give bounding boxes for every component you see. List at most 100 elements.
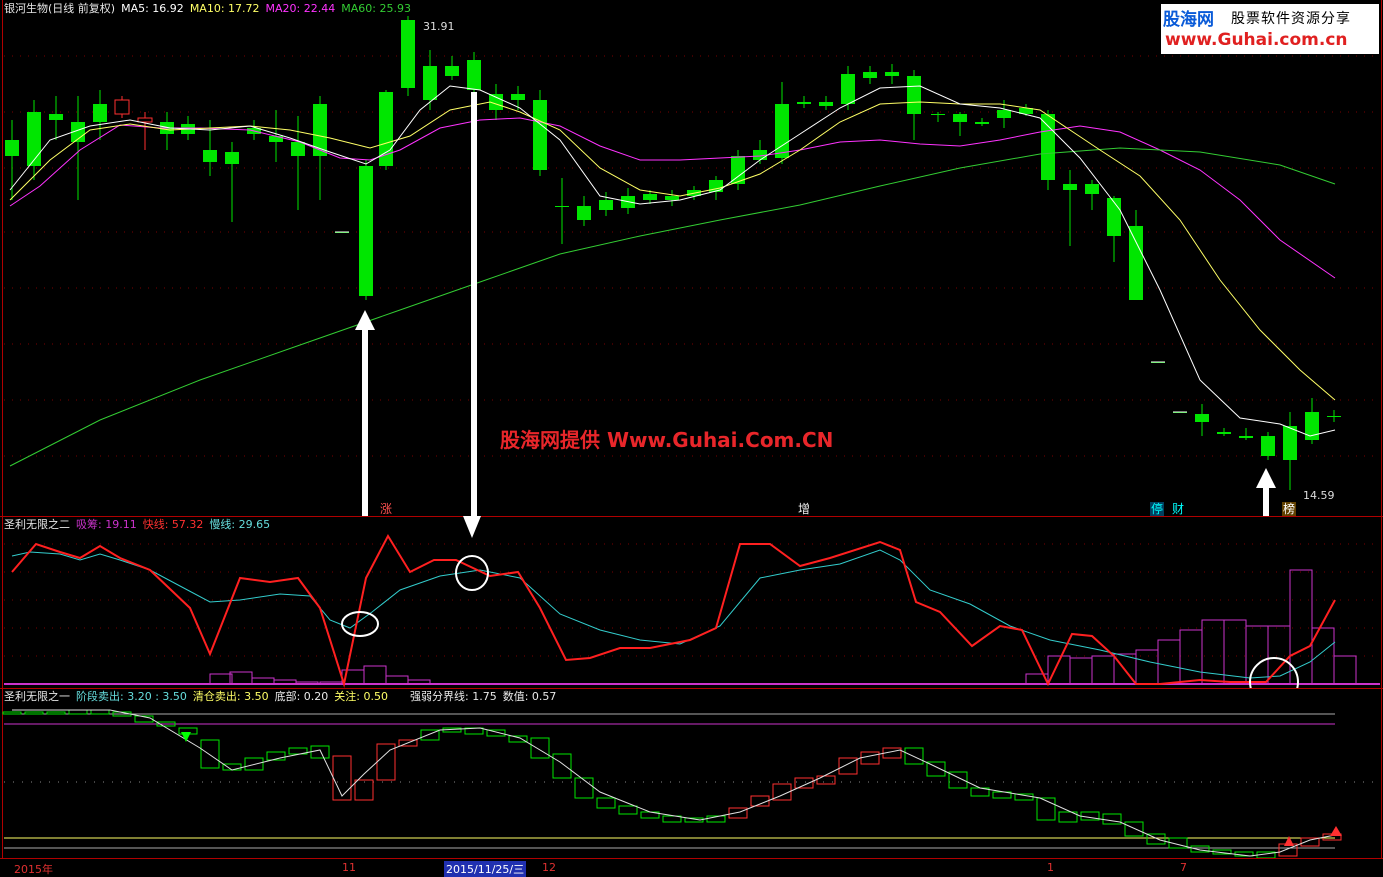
candle-body-down [1283, 426, 1297, 460]
ma10-readout: MA10: 17.72 [189, 2, 260, 15]
slow-readout: 慢线: 29.65 [209, 518, 271, 531]
fast-line [11, 533, 1336, 688]
up-arrow-1-shaft [362, 328, 368, 516]
indicator1-title: 圣利无限之一 [4, 690, 70, 703]
candle-body-down [997, 110, 1011, 118]
fast-readout: 快线: 57.32 [142, 518, 204, 531]
step-box [530, 737, 550, 759]
candle-body-down [203, 150, 217, 162]
candle-body-down [1217, 432, 1231, 434]
candle-body-down [533, 100, 547, 170]
step-box [1102, 813, 1122, 825]
indicator2-panel[interactable]: 圣利无限之二 吸筹: 19.11 快线: 57.32 慢线: 29.65 [0, 516, 1383, 688]
step-box [860, 751, 880, 765]
ma5-readout: MA5: 16.92 [121, 2, 184, 15]
kline-panel[interactable]: 银河生物(日线 前复权) MA5: 16.92 MA10: 17.72 MA20: 2… [0, 0, 1383, 516]
ma20-readout: MA20: 22.44 [265, 2, 336, 15]
event-marker-cai[interactable]: 财 [1171, 502, 1185, 516]
candle-body-down [885, 72, 899, 76]
candle-body-down [1129, 226, 1143, 300]
up-arrow-2-shaft [1263, 486, 1269, 516]
step-box [618, 805, 638, 815]
absorb-bar [385, 675, 409, 685]
candle-body-down [665, 196, 679, 200]
candle-body-down [401, 20, 415, 88]
watch-readout: 关注: 0.50 [334, 690, 388, 703]
step-box [574, 777, 594, 799]
absorb-bar [363, 665, 387, 685]
step-box [552, 753, 572, 779]
candle-body-down [1107, 198, 1121, 236]
event-marker-bang[interactable]: 榜 [1282, 502, 1297, 516]
boundary-readout: 强弱分界线: 1.75 [410, 690, 497, 703]
candle-body-down [819, 102, 833, 106]
indicator1-panel[interactable]: 圣利无限之一 阶段卖出: 3.20 : 3.50 清仓卖出: 3.50 底部: 0.2… [0, 688, 1383, 858]
step-box [24, 711, 44, 715]
absorb-bar [1135, 649, 1159, 685]
site-logo: 股海网 股票软件资源分享 www.Guhai.com.cn [1161, 4, 1379, 54]
step-box [200, 739, 220, 769]
candle-body-down [5, 140, 19, 156]
candle-body-down [797, 102, 811, 104]
candle-body-down [1327, 416, 1341, 417]
step-box [46, 711, 66, 715]
kline-header: 银河生物(日线 前复权) MA5: 16.92 MA10: 17.72 MA20: 2… [4, 2, 417, 16]
absorb-bar [1091, 655, 1115, 685]
absorb-bar [1069, 657, 1093, 685]
candle-body-down [775, 104, 789, 158]
candle-body-up [114, 99, 130, 115]
stage-sell-readout: 阶段卖出: 3.20 : 3.50 [76, 690, 187, 703]
candle-body-down [841, 74, 855, 104]
candle-body-down [1261, 436, 1275, 456]
event-marker-ting[interactable]: 停 [1150, 502, 1165, 516]
step-box [332, 755, 352, 801]
event-marker-zhang[interactable]: 涨 [379, 502, 393, 516]
candle-body-down [359, 166, 373, 296]
candle-body-down [1239, 436, 1253, 438]
absorb-readout: 吸筹: 19.11 [76, 518, 137, 531]
logo-url: www.Guhai.com.cn [1165, 30, 1348, 50]
time-label-7: 7 [1180, 861, 1187, 874]
absorb-bar [229, 671, 253, 685]
value-line [12, 709, 1341, 857]
candle-body-down [953, 114, 967, 122]
indicator1-header: 圣利无限之一 阶段卖出: 3.20 : 3.50 清仓卖出: 3.50 底部: 0.2… [4, 690, 562, 704]
highlight-circle-1 [341, 611, 379, 637]
step-box [68, 709, 88, 715]
up-arrow-2-head [1256, 468, 1276, 488]
candle-body-down [863, 72, 877, 78]
candle-body-down [1195, 414, 1209, 422]
absorb-bar [1157, 639, 1181, 685]
candle-body-down [49, 114, 63, 120]
time-axis: 2015年 11 2015/11/25/三 12 1 7 [0, 858, 1383, 877]
indicator1-chart [2, 709, 1380, 858]
step-box [310, 745, 330, 759]
candle-body-down [445, 66, 459, 76]
ma60-readout: MA60: 25.93 [341, 2, 411, 15]
candle-body-down [577, 206, 591, 220]
step-box [1124, 821, 1144, 837]
candle-body-down [225, 152, 239, 164]
step-box [728, 807, 748, 819]
candle-body-down [269, 136, 283, 142]
candle-body-down [599, 200, 613, 210]
absorb-bar [1179, 629, 1203, 685]
candle-body-down [975, 122, 989, 124]
event-marker-zeng[interactable]: 增 [797, 502, 811, 516]
step-box [596, 797, 616, 809]
candle-body-down [1085, 184, 1099, 194]
time-label-12: 12 [542, 861, 556, 874]
time-cursor-date[interactable]: 2015/11/25/三 [444, 861, 527, 877]
time-label-1: 1 [1047, 861, 1054, 874]
candle-body-down [1041, 114, 1055, 180]
value-readout: 数值: 0.57 [502, 690, 557, 703]
candle-body-down [643, 194, 657, 200]
low-price-label: 14.59 [1303, 489, 1335, 502]
absorb-bar [209, 673, 233, 685]
step-box [794, 777, 814, 789]
down-arrow-shaft [471, 92, 477, 516]
step-box [90, 709, 110, 715]
step-box [816, 775, 836, 785]
time-label-11: 11 [342, 861, 356, 874]
logo-name: 股海网 [1163, 10, 1214, 30]
